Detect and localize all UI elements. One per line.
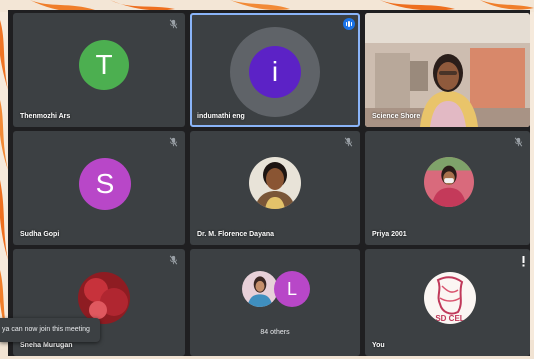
participant-name: Priya 2001 — [372, 231, 407, 238]
participant-name: Sudha Gopi — [20, 231, 60, 238]
participant-tile[interactable]: Dr. M. Florence Dayana — [190, 131, 360, 245]
profile-photo — [424, 157, 474, 207]
avatar-initial: S — [95, 168, 115, 199]
participant-video-feed — [365, 13, 530, 127]
mic-off-icon — [169, 137, 178, 147]
others-tile[interactable]: L 84 others — [190, 249, 360, 356]
audio-level-icon — [343, 18, 355, 30]
profile-photo — [78, 272, 130, 324]
participant-tile[interactable]: T Thenmozhi Ars — [13, 13, 185, 127]
participant-tile[interactable]: S Sudha Gopi — [13, 131, 185, 245]
avatar: S — [79, 158, 131, 210]
mic-off-icon — [169, 255, 178, 265]
meeting-grid: T Thenmozhi Ars i indumathi eng Science … — [8, 10, 530, 356]
self-tile[interactable]: SD CEL You — [365, 249, 530, 356]
participant-name: Thenmozhi Ars — [20, 113, 71, 120]
profile-photo — [249, 157, 301, 209]
participant-tile[interactable]: Priya 2001 — [365, 131, 530, 245]
avatar-initial: T — [95, 49, 113, 80]
others-count-label: 84 others — [260, 329, 290, 336]
mic-off-icon — [169, 19, 178, 29]
profile-photo: SD CEL — [424, 272, 476, 324]
participant-name: You — [372, 342, 385, 349]
participant-name: Science Shore — [372, 113, 421, 120]
participant-name: Sneha Murugan — [20, 342, 73, 349]
more-options-icon[interactable] — [522, 256, 525, 267]
avatar-initial: L — [286, 278, 297, 299]
mic-off-icon — [514, 137, 523, 147]
avatar: i — [249, 46, 301, 98]
mic-off-icon — [344, 137, 353, 147]
others-initial-avatar: L — [274, 271, 310, 307]
avatar-initial: i — [271, 56, 279, 87]
toast-text: ya can now join this meeting — [2, 326, 90, 333]
participant-video-tile[interactable]: Science Shore — [365, 13, 530, 127]
badge-text: SD CEL — [435, 314, 464, 323]
participant-name: indumathi eng — [197, 113, 245, 120]
join-notification-toast: ya can now join this meeting — [0, 318, 100, 342]
avatar: T — [79, 40, 129, 90]
others-photo-avatar — [242, 271, 278, 307]
participant-name: Dr. M. Florence Dayana — [197, 231, 275, 238]
participant-tile-active-speaker[interactable]: i indumathi eng — [190, 13, 360, 127]
